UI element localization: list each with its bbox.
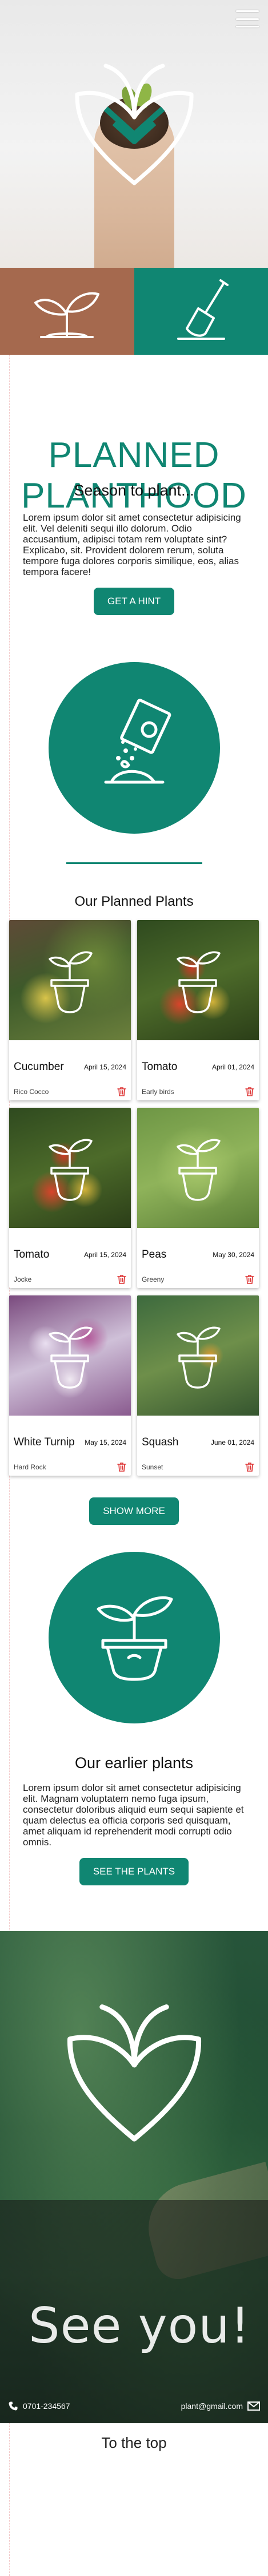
- plant-author: Sunset: [142, 1463, 163, 1471]
- brand-title-section: PLANNED PLANTHOOD: [0, 355, 268, 516]
- trash-icon[interactable]: [117, 1274, 126, 1285]
- plant-card[interactable]: Squash June 01, 2024 Sunset: [137, 1295, 259, 1476]
- season-heading: Season to plant...: [74, 482, 194, 499]
- peas-photo: [137, 1108, 259, 1228]
- get-hint-button[interactable]: GET A HINT: [93, 588, 175, 615]
- plant-card-meta: Tomato April 15, 2024 Jocke: [9, 1228, 131, 1288]
- trash-icon[interactable]: [245, 1087, 254, 1097]
- earlier-plants-section: Our earlier plants Lorem ipsum dolor sit…: [0, 1754, 268, 1885]
- plant-pot-emblem-icon: [177, 1139, 221, 1201]
- plant-name: Cucumber: [14, 1061, 64, 1073]
- turnip-photo: [9, 1295, 131, 1416]
- trash-icon[interactable]: [245, 1462, 254, 1472]
- see-plants-button[interactable]: SEE THE PLANTS: [79, 1858, 189, 1885]
- plant-author: Greeny: [142, 1275, 165, 1283]
- trash-icon[interactable]: [117, 1087, 126, 1097]
- plant-date: June 01, 2024: [210, 1438, 254, 1446]
- plant-card-meta: Tomato April 01, 2024 Early birds: [137, 1040, 259, 1100]
- plant-author: Hard Rock: [14, 1463, 46, 1471]
- season-section: Season to plant... Lorem ipsum dolor sit…: [0, 482, 268, 615]
- email-contact[interactable]: plant@gmail.com: [181, 2401, 260, 2411]
- show-more-button[interactable]: SHOW MORE: [89, 1497, 179, 1525]
- plant-date: April 01, 2024: [211, 1063, 254, 1071]
- plant-date: May 15, 2024: [85, 1438, 126, 1446]
- phone-icon: [9, 2401, 18, 2411]
- plant-date: May 30, 2024: [213, 1251, 254, 1259]
- plant-card-meta: Cucumber April 15, 2024 Rico Cocco: [9, 1040, 131, 1100]
- seed-packet-icon: [104, 699, 171, 784]
- tomato-photo: [137, 920, 259, 1040]
- see-you-text: See you!: [29, 2297, 251, 2355]
- leaf-heart-logo-icon: [75, 64, 194, 185]
- potted-plant-circle: [48, 1552, 220, 1723]
- plant-card-meta: Peas May 30, 2024 Greeny: [137, 1228, 259, 1288]
- plant-author: Early birds: [142, 1088, 174, 1096]
- planned-heading: Our Planned Plants: [74, 894, 194, 909]
- plant-card[interactable]: Peas May 30, 2024 Greeny: [137, 1108, 259, 1288]
- plant-card-meta: White Turnip May 15, 2024 Hard Rock: [9, 1416, 131, 1476]
- phone-contact[interactable]: 0701-234567: [8, 2401, 70, 2411]
- season-text: Lorem ipsum dolor sit amet consectetur a…: [23, 512, 241, 577]
- seed-packet-circle: [48, 662, 220, 834]
- tile-shovel: [134, 268, 268, 355]
- plant-author: Jocke: [14, 1275, 32, 1283]
- plant-date: April 15, 2024: [83, 1063, 126, 1071]
- plant-pot-emblem-icon: [49, 1326, 93, 1389]
- squash-photo: [137, 1295, 259, 1416]
- plant-name: Tomato: [142, 1061, 178, 1073]
- plant-card-meta: Squash June 01, 2024 Sunset: [137, 1416, 259, 1476]
- plant-card[interactable]: Tomato April 15, 2024 Jocke: [9, 1108, 131, 1288]
- plant-card[interactable]: White Turnip May 15, 2024 Hard Rock: [9, 1295, 131, 1476]
- leaf-heart-logo-icon: [67, 2004, 202, 2142]
- earlier-heading: Our earlier plants: [74, 1754, 194, 1772]
- phone-number: 0701-234567: [23, 2401, 70, 2411]
- plant-name: Tomato: [14, 1249, 50, 1261]
- plant-pot-emblem-icon: [177, 951, 221, 1013]
- envelope-icon: [247, 2401, 260, 2411]
- plant-author: Rico Cocco: [14, 1088, 49, 1096]
- earlier-text: Lorem ipsum dolor sit amet consectetur a…: [23, 1782, 244, 1848]
- footer-hero-section: See you! 0701-234567 plant@gmail.com: [0, 1931, 268, 2423]
- plant-card[interactable]: Cucumber April 15, 2024 Rico Cocco: [9, 920, 131, 1100]
- potted-plant-icon: [97, 1596, 173, 1681]
- trash-icon[interactable]: [117, 1462, 126, 1472]
- plant-name: White Turnip: [14, 1436, 75, 1448]
- tile-sprout: [0, 268, 134, 355]
- plant-card[interactable]: Tomato April 01, 2024 Early birds: [137, 920, 259, 1100]
- plant-date: April 15, 2024: [83, 1251, 126, 1259]
- cucumber-photo: [9, 920, 131, 1040]
- plant-name: Squash: [142, 1436, 179, 1448]
- tomato-photo: [9, 1108, 131, 1228]
- plant-pot-emblem-icon: [49, 951, 93, 1013]
- plant-card-grid: Cucumber April 15, 2024 Rico Cocco Tomat…: [0, 920, 268, 1476]
- contact-bar: 0701-234567 plant@gmail.com: [0, 2389, 268, 2423]
- feature-tiles: [0, 268, 268, 355]
- hero-section: [0, 0, 268, 268]
- email-address: plant@gmail.com: [181, 2401, 243, 2411]
- seed-icon-section: [0, 662, 268, 834]
- potted-plant-icon-section: [0, 1552, 268, 1723]
- to-top-link[interactable]: To the top: [0, 2423, 268, 2462]
- plant-pot-emblem-icon: [177, 1326, 221, 1389]
- plant-pot-emblem-icon: [49, 1139, 93, 1201]
- trash-icon[interactable]: [245, 1274, 254, 1285]
- planned-plants-section: Our Planned Plants Cucumber April 15, 20…: [0, 894, 268, 1525]
- sprout-icon: [34, 292, 100, 338]
- shovel-icon: [177, 279, 229, 340]
- plant-name: Peas: [142, 1249, 167, 1261]
- hamburger-menu-icon[interactable]: [236, 10, 259, 27]
